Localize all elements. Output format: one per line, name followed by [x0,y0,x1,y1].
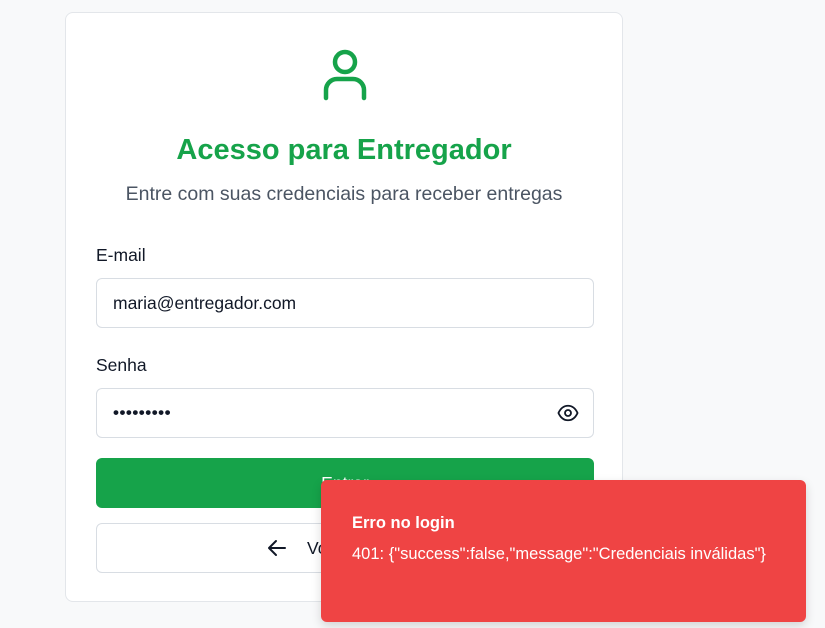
email-label: E-mail [96,245,146,265]
password-field[interactable]: ••••••••• [96,388,594,438]
page-subtitle: Entre com suas credenciais para receber … [125,183,563,205]
password-label: Senha [96,355,147,375]
toast-message: 401: {"success":false,"message":"Credenc… [352,545,766,563]
user-icon [323,49,367,101]
email-value: maria@entregador.com [113,293,297,313]
email-field[interactable]: maria@entregador.com [96,278,594,328]
arrow-left-icon [268,540,286,556]
error-toast[interactable]: Erro no login 401: {"success":false,"mes… [321,480,806,622]
eye-icon[interactable] [557,403,579,423]
page-title: Acesso para Entregador [176,134,512,166]
password-value: ••••••••• [113,403,172,422]
toast-title: Erro no login [352,514,455,532]
